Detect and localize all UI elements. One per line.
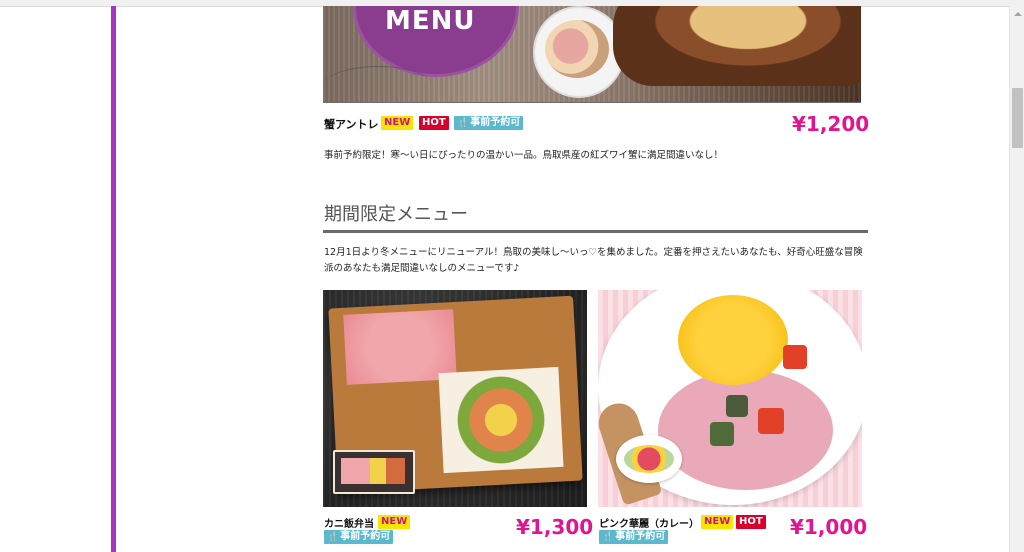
reservation-badge: 🍴 事前予約可 (454, 116, 524, 130)
new-badge: NEW (701, 515, 734, 529)
fork-knife-icon: 🍴 (457, 118, 469, 128)
page-scrollbar[interactable] (1009, 6, 1024, 552)
vegetable-piece (710, 422, 734, 446)
vegetable-piece (726, 395, 748, 417)
side-bowl (616, 435, 682, 483)
plate-food-image (545, 20, 609, 78)
new-badge: NEW (381, 116, 414, 130)
mini-bento-inset (333, 450, 415, 494)
section-description: 12月1日より冬メニューにリニューアル！鳥取の美味し〜いっ♡を集めました。定番を… (324, 247, 863, 274)
reservation-badge: 🍴 事前予約可 (599, 530, 669, 544)
item-name: カニ飯弁当 (324, 519, 374, 530)
side-dish-section (438, 366, 564, 474)
new-badge: NEW (378, 515, 411, 529)
item-price: ¥1,000 (790, 515, 868, 539)
hot-badge: HOT (736, 515, 766, 529)
section-title: 期間限定メニュー (324, 204, 468, 225)
item-price: ¥1,300 (516, 515, 594, 539)
section-divider (323, 230, 868, 233)
menu-logo-text: MENU (385, 6, 476, 36)
scrollbar-thumb[interactable] (1012, 88, 1023, 148)
crab-rice-bento-photo (323, 290, 587, 507)
crab-entree-photo: MENU (323, 6, 861, 103)
reservation-badge-label: 事前予約可 (340, 531, 391, 542)
scroll-up-arrow-icon[interactable] (1010, 6, 1024, 21)
item-description: 事前予約限定！寒〜い日にぴったりの温かい一品。鳥取県産の紅ズワイ蟹に満足間違いな… (324, 150, 724, 161)
pink-curry-sauce (658, 370, 833, 490)
hot-badge: HOT (419, 116, 449, 130)
decorative-outline (323, 66, 433, 102)
reservation-badge: 🍴 事前予約可 (324, 530, 394, 544)
yellow-rice (678, 295, 788, 385)
tomato-piece (758, 408, 784, 434)
fork-knife-icon: 🍴 (327, 532, 339, 542)
wooden-box-image (613, 6, 861, 86)
item-name: ピンク華麗（カレー） (599, 519, 699, 530)
item-name: 蟹アントレ (324, 118, 379, 131)
accent-side-bar (111, 6, 116, 552)
reservation-badge-label: 事前予約可 (615, 531, 666, 542)
reservation-badge-label: 事前予約可 (470, 117, 521, 128)
item-price: ¥1,200 (792, 112, 870, 136)
tomato-piece (783, 345, 807, 369)
fork-knife-icon: 🍴 (602, 532, 614, 542)
pink-curry-photo (598, 290, 862, 507)
